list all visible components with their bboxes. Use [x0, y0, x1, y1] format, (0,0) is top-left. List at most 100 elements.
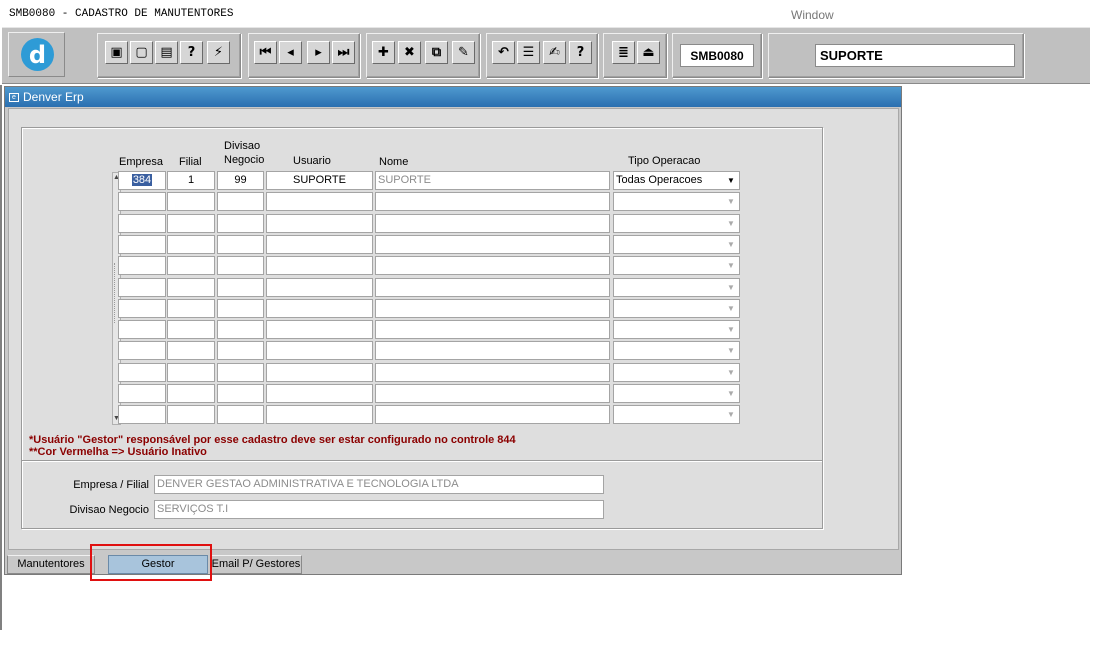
- divisao-field[interactable]: [217, 362, 264, 382]
- empresa-field[interactable]: [118, 298, 166, 318]
- nome-field[interactable]: [375, 384, 610, 403]
- filial-field[interactable]: [167, 213, 215, 233]
- usuario-field[interactable]: [266, 192, 373, 212]
- empresa-field[interactable]: [118, 341, 166, 361]
- filial-field[interactable]: [167, 277, 215, 297]
- usuario-field[interactable]: [266, 341, 373, 361]
- tipo-operacao-select[interactable]: ▼: [613, 362, 740, 382]
- next-record-button[interactable]: ▸: [307, 41, 330, 64]
- tipo-operacao-select[interactable]: ▼: [613, 213, 740, 233]
- tipo-operacao-select[interactable]: ▼: [613, 256, 740, 276]
- chevron-down-icon[interactable]: ▼: [724, 194, 738, 209]
- usuario-field[interactable]: [266, 298, 373, 318]
- tipo-operacao-select[interactable]: ▼: [613, 405, 740, 425]
- divisao-field[interactable]: [217, 192, 264, 212]
- usuario-field[interactable]: [266, 384, 373, 403]
- menu-button[interactable]: ≣: [612, 41, 635, 64]
- tipo-operacao-select[interactable]: ▼: [613, 277, 740, 297]
- empresa-field[interactable]: [118, 362, 166, 382]
- save-button[interactable]: ▣: [105, 41, 128, 64]
- empresa-field[interactable]: 384: [118, 171, 166, 190]
- chevron-down-icon[interactable]: ▼: [724, 237, 738, 252]
- help-button[interactable]: ?: [569, 41, 592, 64]
- usuario-field[interactable]: [266, 234, 373, 254]
- empresa-field[interactable]: [118, 384, 166, 403]
- chevron-down-icon[interactable]: ▼: [724, 280, 738, 295]
- usuario-field[interactable]: [266, 277, 373, 297]
- filial-field[interactable]: [167, 256, 215, 276]
- empresa-field[interactable]: [118, 192, 166, 212]
- empresa-field[interactable]: [118, 320, 166, 340]
- chevron-down-icon[interactable]: ▼: [724, 365, 738, 380]
- chevron-down-icon[interactable]: ▼: [724, 386, 738, 401]
- nome-field[interactable]: SUPORTE: [375, 171, 610, 190]
- tab-email-p-gestores[interactable]: Email P/ Gestores: [210, 555, 302, 574]
- undo-button[interactable]: ↶: [492, 41, 515, 64]
- query-button[interactable]: ?: [180, 41, 203, 64]
- filial-field[interactable]: [167, 384, 215, 403]
- tipo-operacao-select[interactable]: ▼: [613, 341, 740, 361]
- usuario-field[interactable]: [266, 320, 373, 340]
- chevron-down-icon[interactable]: ▼: [724, 216, 738, 231]
- filial-field[interactable]: [167, 405, 215, 425]
- chevron-down-icon[interactable]: ▼: [724, 343, 738, 358]
- tipo-operacao-select[interactable]: ▼: [613, 192, 740, 212]
- nome-field[interactable]: [375, 234, 610, 254]
- divisao-field[interactable]: [217, 320, 264, 340]
- clear-record-button[interactable]: ✎: [452, 41, 475, 64]
- logo-button[interactable]: d: [8, 32, 65, 77]
- tipo-operacao-select[interactable]: ▼: [613, 298, 740, 318]
- filial-field[interactable]: [167, 298, 215, 318]
- previous-record-button[interactable]: ◂: [279, 41, 302, 64]
- empresa-field[interactable]: [118, 405, 166, 425]
- tab-manutentores[interactable]: Manutentores: [7, 555, 95, 574]
- tipo-operacao-select[interactable]: ▼: [613, 320, 740, 340]
- nome-field[interactable]: [375, 256, 610, 276]
- divisao-field[interactable]: [217, 213, 264, 233]
- chevron-down-icon[interactable]: ▼: [724, 322, 738, 337]
- divisao-field[interactable]: [217, 405, 264, 425]
- tipo-operacao-select[interactable]: Todas Operacoes ▼: [613, 171, 740, 190]
- duplicate-record-button[interactable]: ⧉: [425, 41, 448, 64]
- first-record-button[interactable]: ⏮: [254, 41, 277, 64]
- last-record-button[interactable]: ⏭: [332, 41, 355, 64]
- filial-field[interactable]: [167, 320, 215, 340]
- execute-query-button[interactable]: ⚡: [207, 41, 230, 64]
- filial-field[interactable]: 1: [167, 171, 215, 190]
- divisao-field[interactable]: [217, 234, 264, 254]
- divisao-field[interactable]: [217, 384, 264, 403]
- empresa-field[interactable]: [118, 234, 166, 254]
- divisao-field[interactable]: [217, 341, 264, 361]
- chevron-down-icon[interactable]: ▼: [724, 173, 738, 188]
- divisao-field[interactable]: [217, 256, 264, 276]
- divisao-field[interactable]: 99: [217, 171, 264, 190]
- print-button[interactable]: ▤: [155, 41, 178, 64]
- filial-field[interactable]: [167, 234, 215, 254]
- tipo-operacao-select[interactable]: ▼: [613, 234, 740, 254]
- edit-button[interactable]: ✍: [543, 41, 566, 64]
- nome-field[interactable]: [375, 320, 610, 340]
- nome-field[interactable]: [375, 192, 610, 212]
- chevron-down-icon[interactable]: ▼: [724, 407, 738, 422]
- usuario-field[interactable]: SUPORTE: [266, 171, 373, 190]
- nome-field[interactable]: [375, 341, 610, 361]
- insert-record-button[interactable]: ✚: [372, 41, 395, 64]
- empresa-field[interactable]: [118, 277, 166, 297]
- usuario-field[interactable]: [266, 362, 373, 382]
- divisao-field[interactable]: [217, 298, 264, 318]
- filial-field[interactable]: [167, 192, 215, 212]
- usuario-field[interactable]: [266, 405, 373, 425]
- nome-field[interactable]: [375, 277, 610, 297]
- filial-field[interactable]: [167, 362, 215, 382]
- usuario-field[interactable]: [266, 256, 373, 276]
- delete-record-button[interactable]: ✖: [398, 41, 421, 64]
- nome-field[interactable]: [375, 213, 610, 233]
- print-screen-button[interactable]: ▢: [130, 41, 153, 64]
- empresa-field[interactable]: [118, 213, 166, 233]
- nome-field[interactable]: [375, 362, 610, 382]
- nome-field[interactable]: [375, 405, 610, 425]
- chevron-down-icon[interactable]: ▼: [724, 301, 738, 316]
- empresa-field[interactable]: [118, 256, 166, 276]
- list-values-button[interactable]: ☰: [517, 41, 540, 64]
- exit-button[interactable]: ⏏: [637, 41, 660, 64]
